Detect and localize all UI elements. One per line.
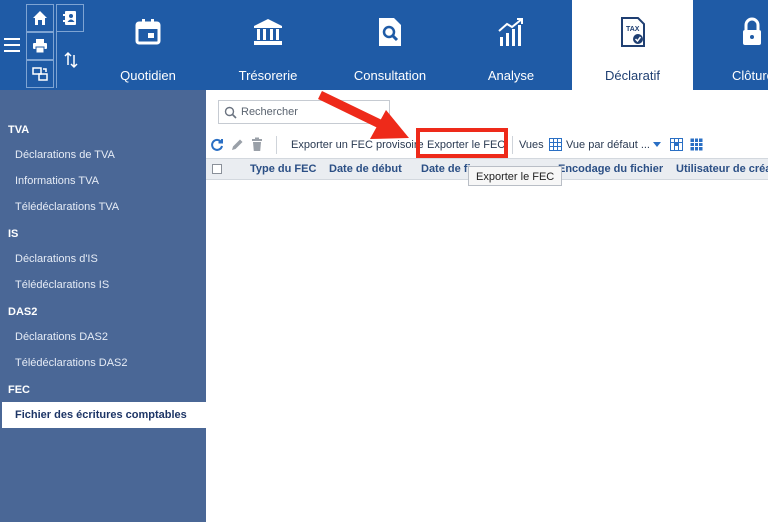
calendar-icon	[134, 16, 162, 48]
sidebar-item-teledeclarations-is[interactable]: Télédéclarations IS	[15, 279, 109, 291]
edit-icon[interactable]	[230, 138, 244, 152]
tax-document-icon: TAX	[619, 16, 647, 48]
tax-icon-text: TAX	[626, 26, 640, 33]
view-select[interactable]: Vue par défaut ...	[566, 139, 650, 151]
lock-icon	[740, 16, 764, 48]
bank-icon	[253, 16, 283, 48]
sidebar-section-tva: TVA	[8, 124, 30, 136]
menu-icon[interactable]	[0, 28, 24, 62]
column-utilisateur[interactable]: Utilisateur de création	[676, 163, 768, 175]
sidebar-item-declarations-is[interactable]: Déclarations d'IS	[15, 253, 98, 265]
sidebar-item-declarations-das2[interactable]: Déclarations DAS2	[15, 331, 108, 343]
toolbar-divider	[276, 136, 277, 154]
sort-arrows-icon[interactable]	[56, 32, 84, 88]
tooltip: Exporter le FEC	[468, 166, 562, 186]
top-navigation-bar: Quotidien Trésorerie Consultation Analys…	[0, 0, 768, 90]
grid-view-icon	[549, 138, 562, 151]
chevron-down-icon[interactable]	[653, 142, 661, 147]
search-icon	[224, 106, 237, 119]
home-icon[interactable]	[26, 4, 54, 32]
tab-consultation[interactable]: Consultation	[338, 0, 442, 90]
address-book-icon[interactable]	[56, 4, 84, 32]
sidebar-section-das2: DAS2	[8, 306, 38, 318]
table-layout-icon[interactable]	[690, 138, 703, 151]
tab-cloture[interactable]: Clôture	[718, 0, 768, 90]
export-provisional-fec-button[interactable]: Exporter un FEC provisoire	[291, 139, 424, 151]
search-input[interactable]: Rechercher	[218, 100, 390, 124]
tab-quotidien[interactable]: Quotidien	[100, 0, 196, 90]
refresh-icon[interactable]	[210, 138, 224, 152]
column-encodage[interactable]: Encodage du fichier	[558, 163, 663, 175]
document-search-icon	[377, 16, 403, 48]
sidebar-item-declarations-tva[interactable]: Déclarations de TVA	[15, 149, 115, 161]
column-settings-icon[interactable]	[670, 138, 683, 151]
sidebar-section-is: IS	[8, 228, 19, 240]
sidebar-item-teledeclarations-tva[interactable]: Télédéclarations TVA	[15, 201, 119, 213]
sidebar-section-fec: FEC	[8, 384, 30, 396]
tab-tresorerie[interactable]: Trésorerie	[218, 0, 318, 90]
tab-label: Consultation	[353, 68, 427, 83]
sidebar-item-informations-tva[interactable]: Informations TVA	[15, 175, 99, 187]
print-icon[interactable]	[26, 32, 54, 60]
column-date-debut[interactable]: Date de début	[329, 163, 402, 175]
column-type-fec[interactable]: Type du FEC	[250, 163, 316, 175]
tab-label: Trésorerie	[238, 68, 298, 83]
main-content: Rechercher Exporter un FEC provisoire Ex…	[206, 90, 768, 522]
annotation-highlight-box	[416, 128, 508, 158]
tab-label: Quotidien	[120, 68, 176, 83]
tab-analyse[interactable]: Analyse	[466, 0, 556, 90]
delete-icon[interactable]	[250, 137, 264, 152]
sidebar-item-label: Fichier des écritures comptables	[15, 409, 187, 421]
bar-chart-icon	[497, 16, 525, 48]
tab-label: Déclaratif	[605, 68, 660, 83]
sidebar-item-fichier-ecritures[interactable]: Fichier des écritures comptables	[2, 402, 206, 428]
views-label: Vues	[519, 139, 544, 151]
select-all-checkbox[interactable]	[212, 164, 222, 174]
tab-label: Analyse	[487, 68, 535, 83]
tab-declaratif[interactable]: TAX Déclaratif	[572, 0, 693, 90]
sidebar-item-teledeclarations-das2[interactable]: Télédéclarations DAS2	[15, 357, 128, 369]
switch-company-icon[interactable]	[26, 60, 54, 88]
tab-label: Clôture	[732, 68, 768, 83]
search-placeholder: Rechercher	[241, 106, 298, 118]
toolbar-divider	[512, 136, 513, 154]
sidebar: TVA Déclarations de TVA Informations TVA…	[0, 90, 206, 522]
